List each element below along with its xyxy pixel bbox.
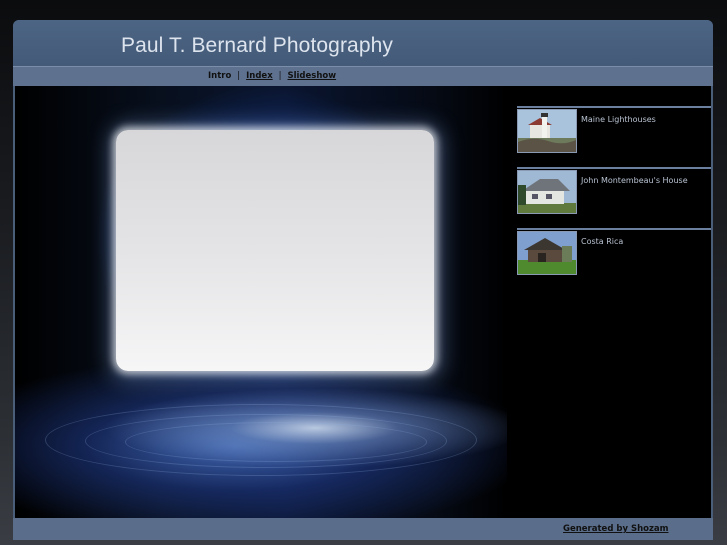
gallery-item-label[interactable]: Costa Rica: [581, 237, 623, 246]
site-title: Paul T. Bernard Photography: [121, 34, 393, 57]
gallery-item-label[interactable]: Maine Lighthouses: [581, 115, 656, 124]
site-header: Paul T. Bernard Photography: [13, 20, 713, 66]
nav-intro[interactable]: Intro: [208, 71, 231, 81]
nav-links: Intro | Index | Slideshow: [208, 71, 336, 81]
gallery-item-montembeau-house[interactable]: John Montembeau's House: [517, 167, 711, 229]
nav-separator: |: [278, 71, 282, 81]
gallery-item-costa-rica[interactable]: Costa Rica: [517, 228, 711, 290]
nav-separator: |: [237, 71, 241, 81]
barn-thumbnail-icon[interactable]: [517, 231, 577, 275]
nav-bar: Intro | Index | Slideshow: [13, 66, 713, 86]
nav-slideshow-link[interactable]: Slideshow: [287, 71, 336, 81]
nav-index-link[interactable]: Index: [246, 71, 273, 81]
water-ripple: [125, 422, 427, 462]
gallery-item-maine-lighthouses[interactable]: Maine Lighthouses: [517, 106, 711, 168]
content-area: Maine Lighthouses John Montembeau's Hous…: [15, 86, 711, 518]
house-thumbnail-icon[interactable]: [517, 170, 577, 214]
gallery-item-label[interactable]: John Montembeau's House: [581, 176, 688, 185]
photo-stage: [15, 86, 507, 518]
site-frame: Paul T. Bernard Photography Intro | Inde…: [13, 20, 713, 540]
site-footer: Generated by Shozam: [13, 518, 713, 540]
generated-by-link[interactable]: Generated by Shozam: [563, 524, 669, 534]
photo-placeholder: [116, 130, 434, 371]
gallery-sidebar: Maine Lighthouses John Montembeau's Hous…: [507, 86, 711, 518]
lighthouse-thumbnail-icon[interactable]: [517, 109, 577, 153]
